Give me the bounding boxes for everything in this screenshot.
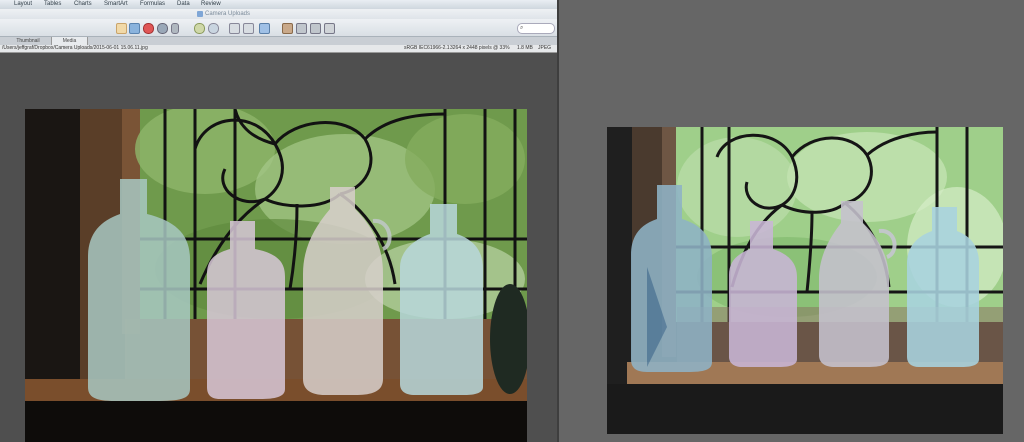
menu-formulas[interactable]: Formulas <box>140 1 165 7</box>
brush-icon[interactable] <box>116 23 127 34</box>
menu-layout[interactable]: Layout <box>14 1 32 7</box>
toolbar: ⌕ <box>0 19 557 37</box>
view-tabs: Thumbnail Media <box>0 37 557 45</box>
file-path: /Users/jeffgraf/Dropbox/Camera Uploads/2… <box>2 45 148 51</box>
slideshow-icon[interactable] <box>282 23 293 34</box>
menu-charts[interactable]: Charts <box>74 1 92 7</box>
adjust-icon[interactable] <box>129 23 140 34</box>
photo-bottles-window <box>25 109 527 442</box>
painting-bottles-window <box>607 127 1003 434</box>
file-format: JPEG <box>538 45 552 51</box>
info-icon[interactable] <box>259 23 270 34</box>
folder-icon <box>197 11 203 17</box>
file-size: 1.8 MB <box>517 45 533 51</box>
image-browser-window: Layout Tables Charts SmartArt Formulas D… <box>0 0 557 442</box>
menu-review[interactable]: Review <box>201 1 221 7</box>
search-icon: ⌕ <box>520 25 524 31</box>
file-info-bar: /Users/jeffgraf/Dropbox/Camera Uploads/2… <box>0 45 557 53</box>
print-icon[interactable] <box>324 23 335 34</box>
image-dimensions: 3264 x 2448 pixels @ 33% <box>450 45 510 51</box>
digital-painting-canvas[interactable] <box>607 127 1003 434</box>
document-title: Camera Uploads <box>205 11 251 17</box>
crop-icon[interactable] <box>229 23 240 34</box>
save-icon[interactable] <box>296 23 307 34</box>
menu-smartart[interactable]: SmartArt <box>104 1 128 7</box>
color-profile: sRGB IEC61966-2.1 <box>404 45 450 51</box>
tab-media[interactable]: Media <box>51 37 88 45</box>
photo-preview[interactable] <box>25 109 527 442</box>
tab-thumbnail[interactable]: Thumbnail <box>8 37 48 45</box>
resize-icon[interactable] <box>243 23 254 34</box>
globe-icon[interactable] <box>157 23 168 34</box>
menu-tables[interactable]: Tables <box>44 1 61 7</box>
rotate-icon[interactable] <box>194 23 205 34</box>
zoom-icon[interactable] <box>208 23 219 34</box>
color-wheel-icon[interactable] <box>143 23 154 34</box>
share-icon[interactable] <box>310 23 321 34</box>
microphone-icon[interactable] <box>171 23 179 34</box>
menu-data[interactable]: Data <box>177 1 190 7</box>
title-row: Camera Uploads <box>0 9 557 19</box>
search-input[interactable]: ⌕ <box>517 23 555 34</box>
